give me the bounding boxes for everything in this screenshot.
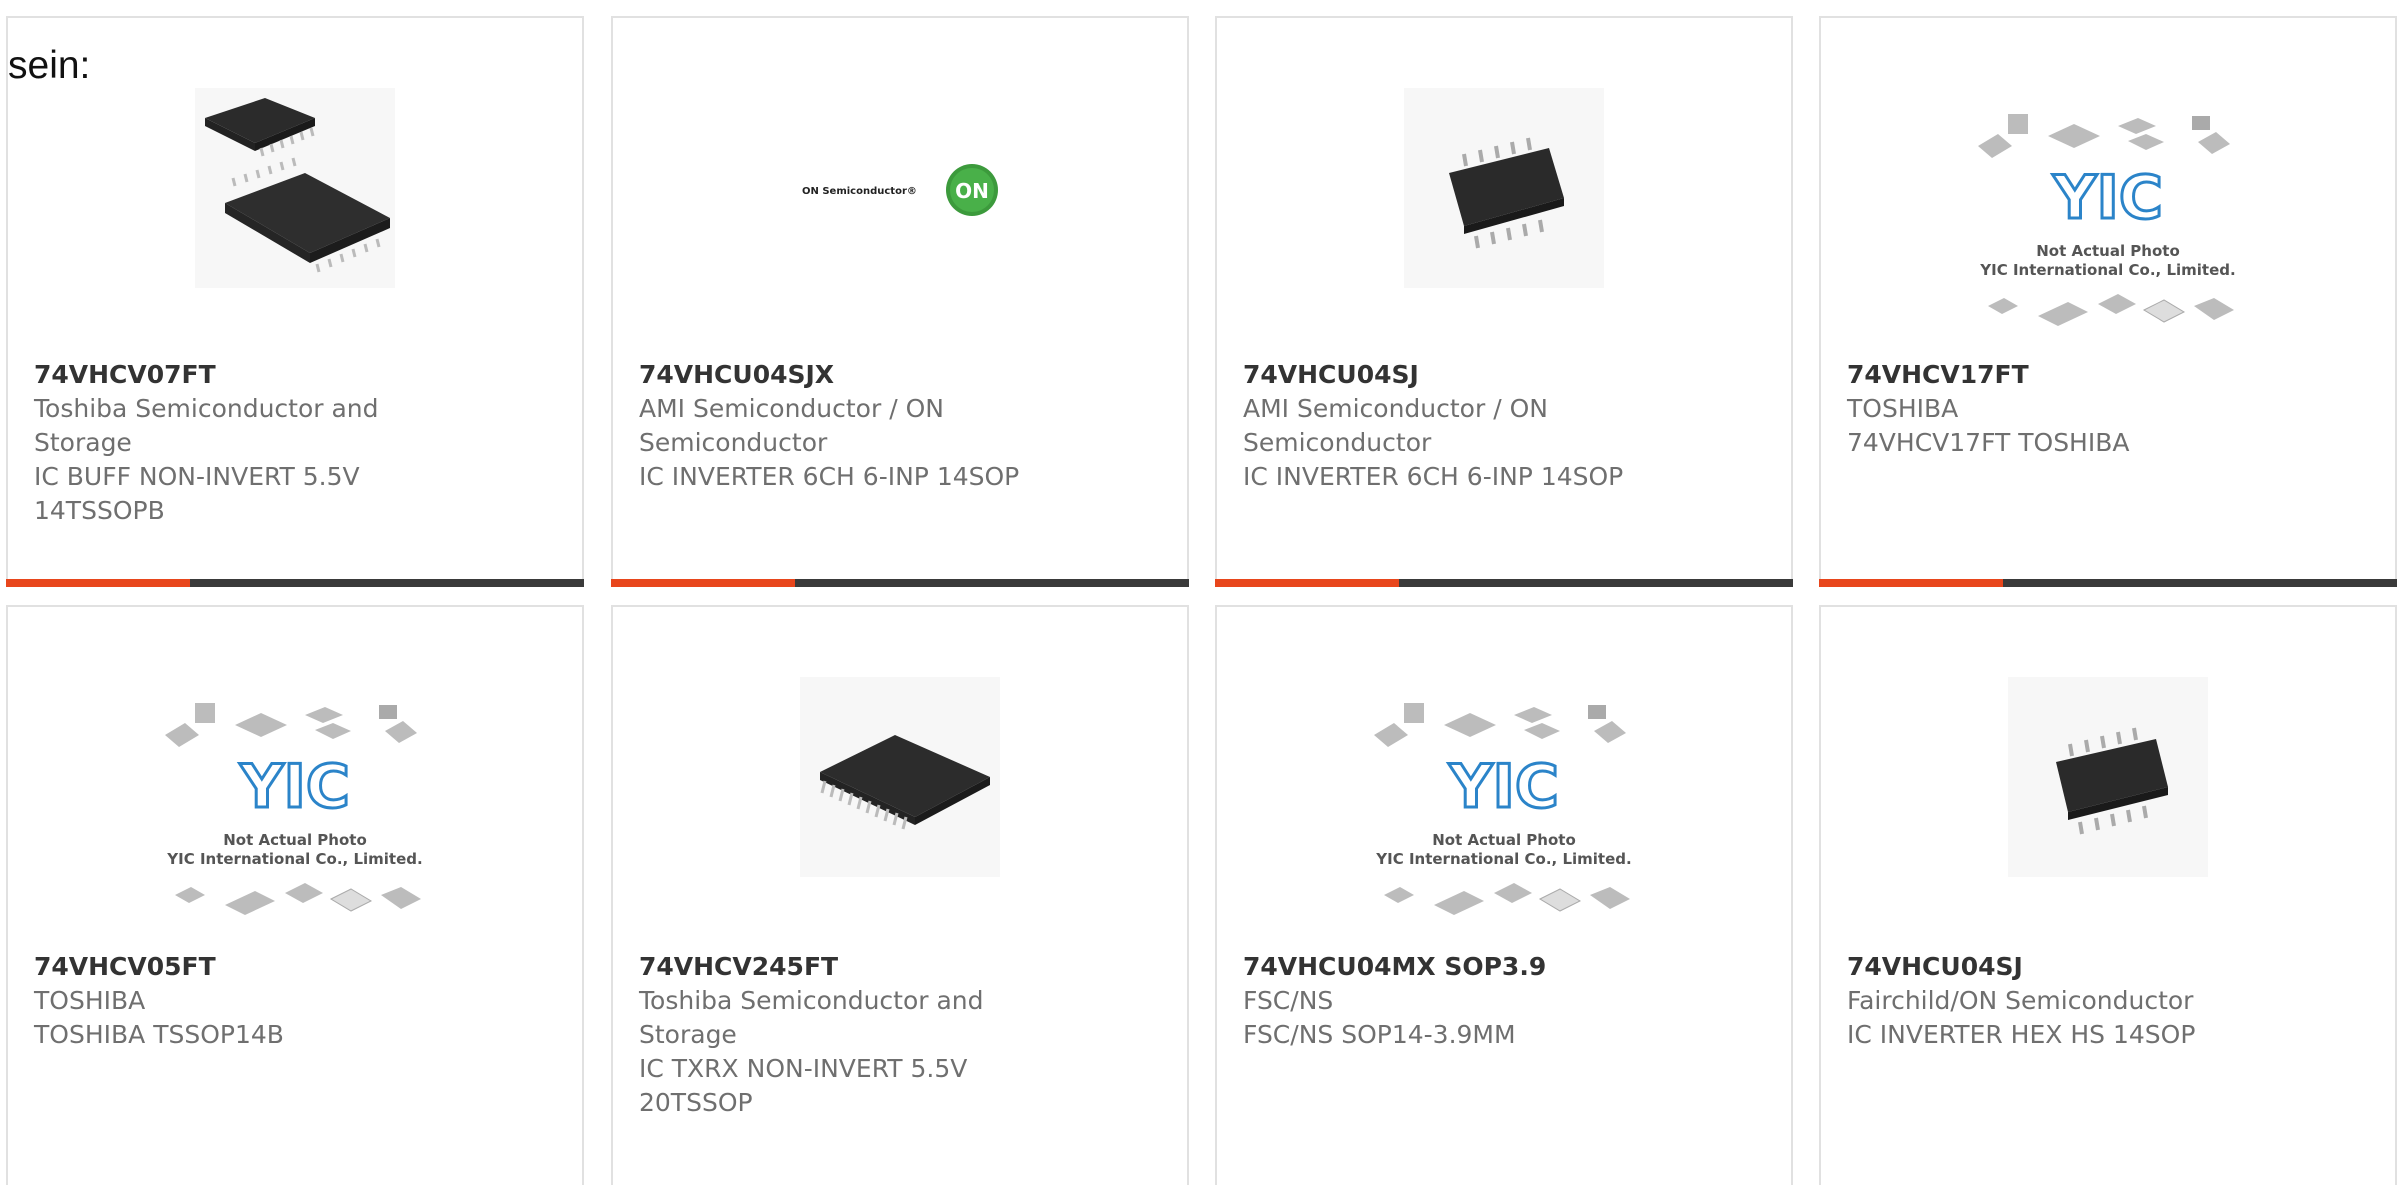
part-number[interactable]: 74VHCU04MX SOP3.9 [1243,950,1771,984]
tssop-chip-pair-image [195,88,395,288]
placeholder-line2: YIC International Co., Limited. [1375,850,1631,868]
description: 74VHCV17FT TOSHIBA [1847,428,2130,457]
description: FSC/NS SOP14-3.9MM [1243,1020,1516,1049]
part-number[interactable]: 74VHCV05FT [34,950,562,984]
part-number[interactable]: 74VHCU04SJX [639,358,1167,392]
placeholder-logo: YIC [239,752,350,822]
manufacturer: Toshiba Semiconductor and [639,986,984,1015]
manufacturer: TOSHIBA [1847,394,1959,423]
description: IC INVERTER HEX HS 14SOP [1847,1020,2196,1049]
description: IC BUFF NON-INVERT 5.5V [34,462,360,491]
soic-chip-image [1404,88,1604,288]
part-number[interactable]: 74VHCU04SJ [1243,358,1771,392]
manufacturer: TOSHIBA [34,986,146,1015]
placeholder-logo: YIC [2052,163,2163,233]
manufacturer: AMI Semiconductor / ON [639,394,944,423]
soic-chip-image [2008,677,2208,877]
part-number[interactable]: 74VHCV17FT [1847,358,2375,392]
tssop-20-chip-image [800,677,1000,877]
manufacturer: AMI Semiconductor / ON [1243,394,1548,423]
manufacturer: Fairchild/ON Semiconductor [1847,986,2194,1015]
manufacturer: Toshiba Semiconductor and [34,394,379,423]
placeholder-logo: YIC [1448,752,1559,822]
product-card[interactable]: 74VHCV245FT Toshiba Semiconductor and St… [611,605,1189,1185]
yic-placeholder-image: YIC Not Actual Photo YIC International C… [1364,695,1644,935]
description: IC INVERTER 6CH 6-INP 14SOP [639,462,1020,491]
manufacturer: FSC/NS [1243,986,1334,1015]
yic-placeholder-image: YIC Not Actual Photo YIC International C… [1968,106,2248,346]
card-progress-bar [1215,579,1793,587]
card-progress-bar [1819,579,2397,587]
manufacturer-cont: Storage [639,1020,737,1049]
intro-text: sein: [8,44,91,87]
placeholder-line2: YIC International Co., Limited. [166,850,422,868]
on-semiconductor-logo-image: ON Semiconductor® ON [800,88,1000,288]
product-card[interactable]: 74VHCV07FT Toshiba Semiconductor and Sto… [6,16,584,587]
description: IC INVERTER 6CH 6-INP 14SOP [1243,462,1624,491]
description-cont: 14TSSOPB [34,496,165,525]
description: TOSHIBA TSSOP14B [34,1020,284,1049]
part-number[interactable]: 74VHCV245FT [639,950,1167,984]
product-card[interactable]: YIC Not Actual Photo YIC International C… [1215,605,1793,1185]
placeholder-line2: YIC International Co., Limited. [1979,261,2235,279]
product-card[interactable]: YIC Not Actual Photo YIC International C… [6,605,584,1185]
product-card[interactable]: YIC Not Actual Photo YIC International C… [1819,16,2397,587]
logo-text: ON Semiconductor® [802,186,917,197]
card-progress-bar [611,579,1189,587]
manufacturer-cont: Semiconductor [1243,428,1432,457]
yic-placeholder-image: YIC Not Actual Photo YIC International C… [155,695,435,935]
placeholder-line1: Not Actual Photo [2036,242,2180,260]
manufacturer-cont: Semiconductor [639,428,828,457]
placeholder-line1: Not Actual Photo [223,831,367,849]
part-number[interactable]: 74VHCU04SJ [1847,950,2375,984]
card-progress-bar [6,579,584,587]
placeholder-line1: Not Actual Photo [1432,831,1576,849]
product-card[interactable]: 74VHCU04SJ AMI Semiconductor / ON Semico… [1215,16,1793,587]
product-card[interactable]: 74VHCU04SJ Fairchild/ON Semiconductor IC… [1819,605,2397,1185]
product-card[interactable]: ON Semiconductor® ON 74VHCU04SJX AMI Sem… [611,16,1189,587]
description-cont: 20TSSOP [639,1088,753,1117]
part-number[interactable]: 74VHCV07FT [34,358,562,392]
logo-badge: ON [955,179,989,203]
description: IC TXRX NON-INVERT 5.5V [639,1054,968,1083]
manufacturer-cont: Storage [34,428,132,457]
